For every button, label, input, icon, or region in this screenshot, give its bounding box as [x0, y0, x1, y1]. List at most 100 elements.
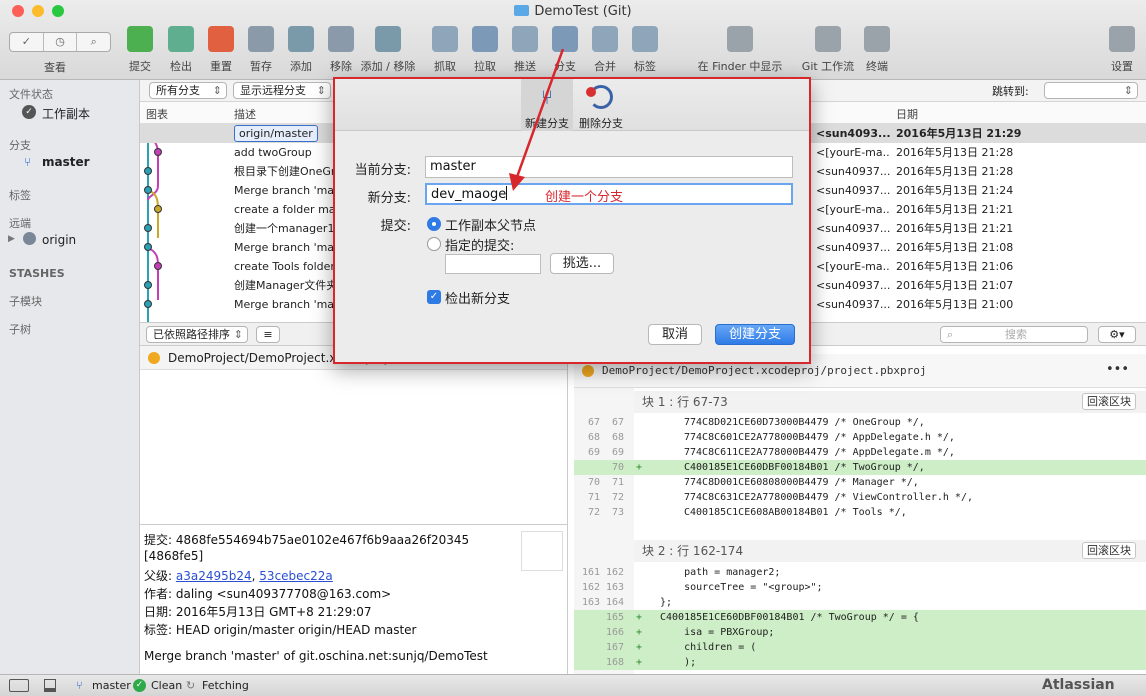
sidebar-header-tags[interactable]: 标签	[9, 187, 31, 203]
commit-date: 2016年5月13日 21:07	[896, 279, 1014, 292]
sort-select[interactable]: 已依照路径排序 ⇕	[146, 326, 248, 343]
toolbar-label: Git 工作流	[801, 60, 855, 73]
radio-working-copy-parent[interactable]	[427, 217, 441, 231]
reset-icon	[208, 26, 234, 52]
view-mode-segmented[interactable]: ✓ ◷ ⌕	[9, 32, 111, 52]
author-value: daling <sun409377708@163.com>	[175, 587, 392, 601]
sidebar-header-submodules[interactable]: 子模块	[9, 293, 42, 309]
diff-line-text: 774C8C631CE2A778000B4479 /* ViewControll…	[684, 492, 973, 503]
toolbar-label: 重置	[210, 60, 232, 73]
status-branch: master	[92, 679, 131, 692]
new-line-number: 164	[605, 597, 624, 608]
diff-line[interactable]: 69 69 774C8C611CE2A778000B4479 /* AppDeleg…	[574, 445, 1146, 460]
commit-label: 提交:	[144, 533, 173, 547]
checkout-new-branch-label: 检出新分支	[445, 292, 511, 307]
added-marker: +	[636, 657, 643, 668]
more-options-icon[interactable]: •••	[1106, 362, 1129, 377]
toolbar-button-finder[interactable]: 在 Finder 中显示	[690, 26, 790, 74]
diff-line-text: 774C8D001CE60808000B4479 /* Manager */,	[684, 477, 919, 488]
tab-delete-branch[interactable]: 删除分支	[575, 115, 627, 131]
toolbar-label: 合并	[594, 60, 616, 73]
diff-line-added[interactable]: 165 + C400185E1CE60DBF00184B01 /* TwoGroup…	[574, 610, 1146, 625]
updown-arrow-icon: ⇕	[1123, 84, 1133, 97]
checkout-new-branch-checkbox[interactable]: ✓	[427, 290, 441, 304]
commit-author: <sun40937...	[816, 298, 890, 311]
commit-description: 根目录下创建OneGro	[234, 165, 334, 178]
diff-line[interactable]: 70 71 774C8D001CE60808000B4479 /* Manager …	[574, 475, 1146, 490]
search-input[interactable]: ⌕ 搜索	[940, 326, 1088, 343]
diff-line-added[interactable]: 166 + isa = PBXGroup;	[574, 625, 1146, 640]
radio-specified-label: 指定的提交:	[445, 239, 515, 254]
arrow-head	[509, 173, 525, 191]
diff-line-text: children = (	[660, 642, 757, 653]
commit-author: <[yourE-ma...	[816, 146, 890, 159]
revert-hunk-button[interactable]: 回滚区块	[1082, 393, 1136, 410]
parent-commit-link[interactable]: a3a2495b24	[176, 569, 252, 583]
parent-commit-link[interactable]: 53cebec22a	[259, 569, 332, 583]
cancel-button[interactable]: 取消	[648, 324, 702, 345]
diff-line[interactable]: 71 72 774C8C631CE2A778000B4479 /* ViewCont…	[574, 490, 1146, 505]
status-fetching: Fetching	[202, 679, 249, 692]
commit-date: 2016年5月13日 21:00	[896, 298, 1014, 311]
diff-line-added[interactable]: 70 + C400185E1CE60DBF00184B01 /* TwoGroup …	[574, 460, 1146, 475]
diff-line[interactable]: 67 67 774C8D021CE60D73000B4479 /* OneGroup…	[574, 415, 1146, 430]
old-line-number: 67	[587, 417, 600, 428]
revert-hunk-button[interactable]: 回滚区块	[1082, 542, 1136, 559]
sidebar-header-remotes: 远端	[9, 217, 31, 230]
diff-line-added[interactable]: 167 + children = (	[574, 640, 1146, 655]
gear-icon[interactable]: ⚙▾	[1098, 326, 1136, 343]
radio-specified-commit[interactable]	[427, 237, 441, 251]
commit-date: 2016年5月13日 21:29	[896, 127, 1022, 140]
date-label: 日期:	[144, 605, 173, 619]
diff-line-added[interactable]: 168 + );	[574, 655, 1146, 670]
toolbar-button-gear[interactable]: 设置	[1094, 26, 1146, 74]
date-column-header[interactable]: 日期	[896, 106, 918, 122]
diff-line[interactable]: 161 162 path = manager2;	[574, 565, 1146, 580]
new-line-number: 70	[611, 462, 624, 473]
branch-filter-select[interactable]: 所有分支 ⇕	[149, 82, 227, 99]
diff-line[interactable]: 163 164};	[574, 595, 1146, 610]
gear-icon	[1109, 26, 1135, 52]
graph-column-header[interactable]: 图表	[146, 106, 168, 122]
remote-filter-select[interactable]: 显示远程分支 ⇕	[233, 82, 331, 99]
commit-date: 2016年5月13日 21:06	[896, 260, 1014, 273]
pick-commit-button[interactable]: 挑选...	[550, 253, 614, 274]
toolbar-label: 暂存	[250, 60, 272, 73]
description-column-header[interactable]: 描述	[234, 106, 256, 122]
commit-detail-pane: DemoProject/DemoProject.xcodeproj 提交: 48…	[140, 346, 568, 674]
working-copy-view-button[interactable]: ✓	[10, 33, 44, 51]
sidebar-item-master[interactable]: master	[42, 155, 90, 169]
toolbar-label: 抓取	[434, 60, 456, 73]
commit-label: 提交:	[380, 219, 411, 234]
jump-to-select[interactable]: ⇕	[1044, 82, 1138, 99]
sidebar-item-working-copy[interactable]: 工作副本	[42, 105, 90, 122]
diff-line[interactable]: 162 163 sourceTree = "<group>";	[574, 580, 1146, 595]
disclosure-triangle-icon[interactable]: ▶	[8, 234, 15, 244]
history-view-button[interactable]: ◷	[44, 33, 78, 51]
commit-description: Merge branch 'mas	[234, 241, 334, 254]
diff-line[interactable]: 72 73 C400185C1CE608AB00184B01 /* Tools */…	[574, 505, 1146, 520]
diff-line[interactable]: 68 68 774C8C601CE2A778000B4479 /* AppDeleg…	[574, 430, 1146, 445]
toolbar-label: 添加 / 移除	[360, 60, 416, 73]
folder-icon	[514, 5, 530, 16]
diff-line-text: isa = PBXGroup;	[660, 627, 775, 638]
old-line-number: 72	[587, 507, 600, 518]
view-label: 查看	[44, 61, 66, 74]
specified-commit-input[interactable]	[445, 254, 541, 274]
sidebar-header-subtrees[interactable]: 子树	[9, 321, 31, 337]
sidebar-item-origin[interactable]: origin	[42, 233, 76, 247]
create-branch-button[interactable]: 创建分支	[715, 324, 795, 345]
merge-icon	[592, 26, 618, 52]
add-remove-icon	[375, 26, 401, 52]
list-view-button[interactable]: ≡	[256, 326, 280, 343]
new-line-number: 72	[611, 492, 624, 503]
terminal-icon	[864, 26, 890, 52]
sidebar-header-file-status: 文件状态	[9, 88, 53, 101]
toolbar-button-terminal[interactable]: 终端	[849, 26, 905, 74]
toolbar-button-tag[interactable]: 标签	[617, 26, 673, 74]
sidebar-toggle-icon[interactable]	[9, 679, 29, 692]
finder-icon	[727, 26, 753, 52]
arrow-line	[515, 49, 565, 178]
search-view-button[interactable]: ⌕	[77, 33, 110, 51]
sidebar-header-stashes[interactable]: STASHES	[9, 267, 65, 280]
